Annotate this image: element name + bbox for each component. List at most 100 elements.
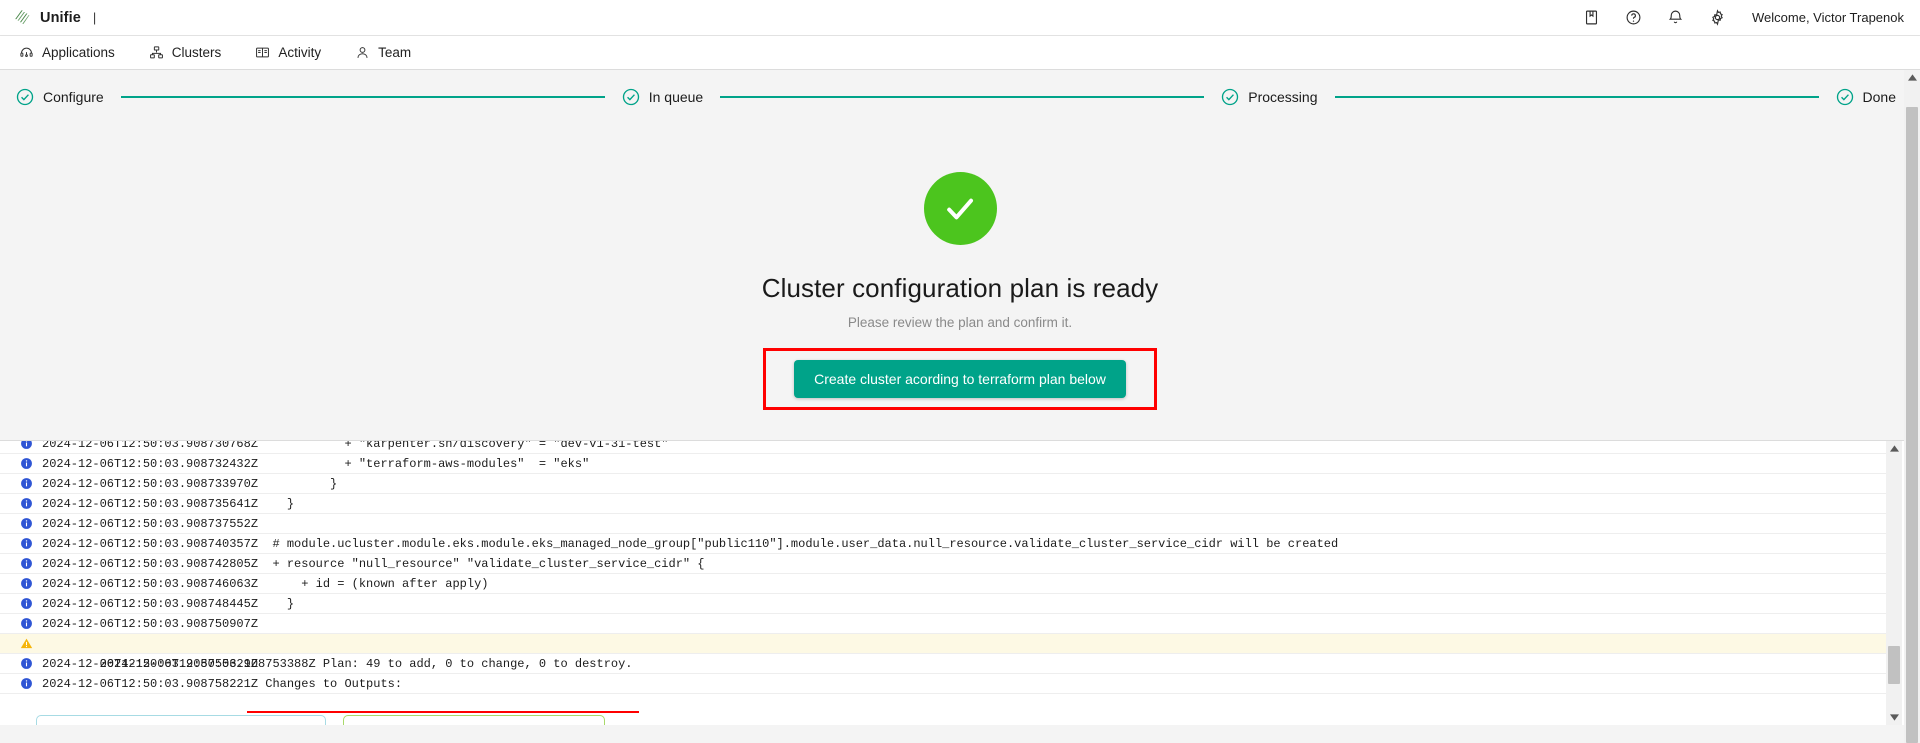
team-icon	[357, 47, 368, 58]
brand[interactable]: Unifie	[12, 8, 81, 27]
step-label-processing: Processing	[1248, 89, 1318, 105]
log-text: 2024-12-06T12:50:03.908740357Z # module.…	[42, 537, 1339, 551]
log-row: 2024-12-06T12:50:03.908735641Z }	[0, 494, 1902, 514]
chevron-up-icon	[1889, 445, 1899, 452]
bell-icon[interactable]	[1667, 9, 1684, 26]
check-circle-icon	[1836, 88, 1853, 106]
brand-name: Unifie	[40, 9, 81, 26]
activity-icon	[256, 47, 270, 58]
step-done[interactable]: Done	[1836, 88, 1896, 106]
cta-highlight-box: Create cluster acording to terraform pla…	[763, 348, 1157, 410]
page-subtitle: Please review the plan and confirm it.	[847, 315, 1073, 330]
log-text: 2024-12-06T12:50:03.908748445Z }	[42, 597, 295, 611]
info-icon	[21, 618, 32, 629]
step-processing[interactable]: Processing	[1221, 88, 1318, 106]
step-label-configure: Configure	[43, 89, 104, 105]
nav-label-clusters: Clusters	[171, 45, 222, 60]
brand-separator: |	[92, 10, 97, 25]
page-scroll-thumb[interactable]	[1906, 107, 1918, 743]
page-scroll-track[interactable]	[1904, 85, 1920, 743]
checkmark-icon	[947, 198, 973, 219]
info-icon	[21, 498, 32, 509]
gear-icon[interactable]	[1709, 9, 1726, 26]
step-label-in-queue: In queue	[648, 89, 704, 105]
log-row: 2024-12-06T12:50:03.908750907Z	[0, 614, 1902, 634]
info-icon	[21, 518, 32, 529]
step-configure[interactable]: Configure	[16, 88, 104, 106]
unifie-logo-icon	[15, 10, 30, 24]
log-scroll-up-button[interactable]	[1886, 441, 1902, 456]
chevron-up-icon	[1907, 74, 1917, 81]
log-row: 2024-12-06T12:50:03.908746063Z + id = (k…	[0, 574, 1902, 594]
progress-stepper: Configure In queue Processing Done	[0, 70, 1920, 124]
nav-label-activity: Activity	[278, 45, 322, 60]
nav-label-applications: Applications	[42, 45, 115, 60]
nav-item-clusters[interactable]: Clusters	[147, 36, 224, 69]
info-icon	[21, 658, 32, 669]
log-scroll-down-button[interactable]	[1886, 710, 1902, 725]
log-scrollbar[interactable]	[1886, 441, 1902, 725]
log-row: 2024-12-06T12:50:03.908758221Z Changes t…	[0, 674, 1902, 694]
clusters-icon	[149, 46, 163, 59]
info-icon	[21, 678, 32, 689]
step-connector-2	[720, 96, 1205, 98]
page-title: Cluster configuration plan is ready	[761, 273, 1159, 303]
log-text: 2024-12-06T12:50:03.908733970Z }	[42, 477, 338, 491]
log-scroll-thumb[interactable]	[1888, 646, 1900, 684]
info-icon	[21, 598, 32, 609]
welcome-user-label[interactable]: Welcome, Victor Trapenok	[1752, 10, 1904, 25]
log-text: 2024-12-06T12:50:03.908758221Z Changes t…	[42, 677, 403, 691]
log-text: 2024-12-06T12:50:03.908755621Z	[42, 657, 259, 671]
info-icon	[21, 538, 32, 549]
log-row: 2024-12-06T12:50:03.908730768Z + "karpen…	[0, 440, 1902, 454]
log-text: 2024-12-06T12:50:03.908730768Z + "karpen…	[42, 440, 669, 451]
check-circle-icon	[1222, 88, 1239, 106]
step-label-done: Done	[1862, 89, 1896, 105]
log-text: 2024-12-06T12:50:03.908750907Z	[42, 617, 259, 631]
bookmark-icon[interactable]	[1583, 9, 1600, 26]
warning-icon	[20, 638, 33, 649]
log-row: 2024-12-06T12:50:03.908737552Z	[0, 514, 1902, 534]
nav-item-team[interactable]: Team	[353, 36, 413, 69]
top-bar-icon-group	[1583, 9, 1726, 26]
top-bar: Unifie | Welcome, Victor Trapenok	[0, 0, 1920, 36]
page-scroll-up-button[interactable]	[1904, 70, 1920, 85]
log-text: 2024-12-06T12:50:03.908746063Z + id = (k…	[42, 577, 489, 591]
check-circle-icon	[16, 88, 34, 106]
info-icon	[21, 458, 32, 469]
log-row: 2024-12-06T12:50:03.908742805Z + resourc…	[0, 554, 1902, 574]
nav-label-team: Team	[378, 45, 412, 60]
info-icon	[21, 478, 32, 489]
nav-item-activity[interactable]: Activity	[253, 36, 323, 69]
info-icon	[21, 578, 32, 589]
log-row: 2024-12-06T12:50:03.908740357Z # module.…	[0, 534, 1902, 554]
log-row-warning: 2024-12-06T12:50:03.908753388Z Plan: 49 …	[0, 634, 1902, 713]
check-circle-icon	[622, 88, 639, 106]
info-icon	[21, 558, 32, 569]
log-row: 2024-12-06T12:50:03.908748445Z }	[0, 594, 1902, 614]
plan-ready-panel: Cluster configuration plan is ready Plea…	[0, 124, 1920, 654]
applications-icon	[20, 47, 33, 58]
log-text: 2024-12-06T12:50:03.908737552Z	[42, 517, 259, 531]
log-row-list: 2024-12-06T12:50:03.908730768Z + "karpen…	[0, 440, 1902, 713]
log-scroll-track[interactable]	[1886, 456, 1902, 710]
step-connector-3	[1334, 96, 1819, 98]
help-circle-icon[interactable]	[1625, 9, 1642, 26]
success-status-badge	[923, 172, 997, 245]
log-row: 2024-12-06T12:50:03.908733970Z }	[0, 474, 1902, 494]
info-icon	[21, 441, 32, 449]
step-in-queue[interactable]: In queue	[622, 88, 704, 106]
info-card[interactable]	[36, 715, 326, 725]
terraform-log-panel[interactable]: 2024-12-06T12:50:03.908730768Z + "karpen…	[0, 440, 1920, 725]
page-scrollbar[interactable]	[1904, 70, 1920, 743]
nav-item-applications[interactable]: Applications	[17, 36, 117, 69]
bottom-cards	[0, 715, 1920, 725]
main-navigation: Applications Clusters Activity Team	[0, 36, 1920, 70]
chevron-down-icon	[1889, 714, 1899, 721]
step-connector-1	[120, 96, 605, 98]
log-row: 2024-12-06T12:50:03.908732432Z + "terraf…	[0, 454, 1902, 474]
log-text: 2024-12-06T12:50:03.908742805Z + resourc…	[42, 557, 705, 571]
create-cluster-button[interactable]: Create cluster acording to terraform pla…	[794, 360, 1126, 398]
log-text: 2024-12-06T12:50:03.908732432Z + "terraf…	[42, 457, 590, 471]
success-card[interactable]	[343, 715, 605, 725]
